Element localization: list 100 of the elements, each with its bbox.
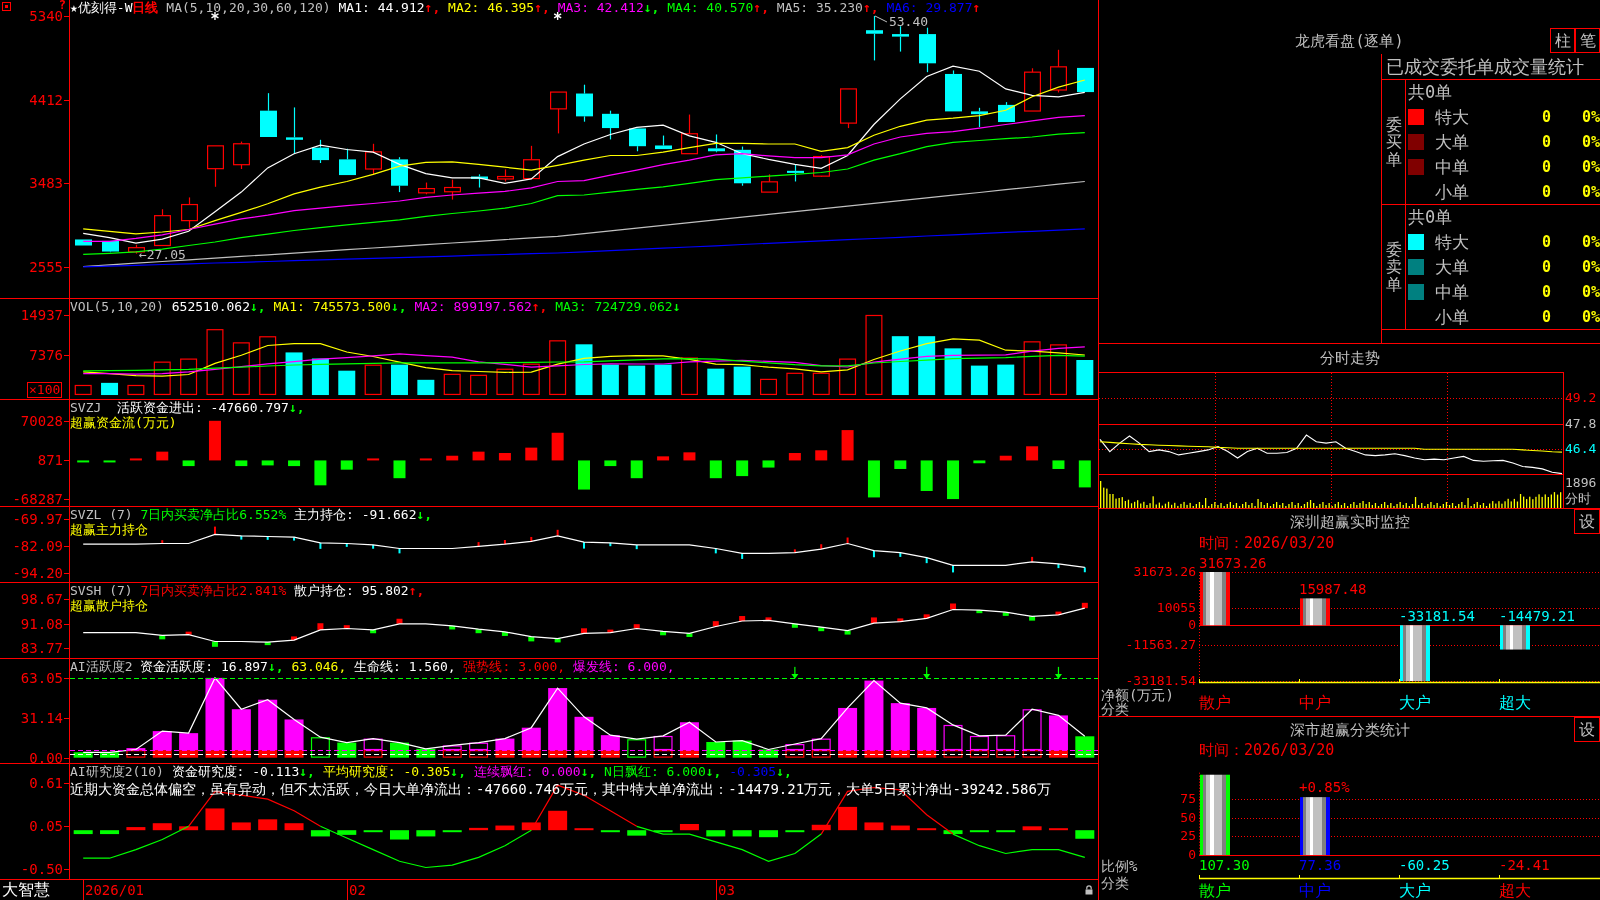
category-label: 散户 [1199, 694, 1231, 711]
legend-text: 平均研究度: -0.305 [321, 764, 451, 779]
trend-arrow: ↑ [972, 0, 981, 15]
candlestick [761, 173, 778, 193]
axis-label: 10055 [1156, 601, 1196, 616]
candlestick [102, 240, 119, 253]
trend-arrow: ↓, [450, 764, 466, 779]
group-label: 委买单 [1385, 115, 1402, 169]
candlestick [919, 27, 936, 73]
order-count: 0 [1541, 182, 1553, 201]
trend-arrow: ↓, [390, 299, 407, 314]
legend-text: 日线 [132, 0, 159, 15]
category-label: 散户 [1199, 882, 1231, 899]
legend-text: 652510.062 [170, 299, 250, 314]
help-mark: ? [58, 0, 66, 10]
legend-text: VOL(5,10,20) [70, 299, 164, 314]
legend-text: 活跃资金进出: -47660.797 [115, 400, 289, 415]
axis-label: 83.77 [20, 642, 63, 655]
order-size-label: 特大 [1435, 232, 1470, 253]
candlestick [787, 163, 804, 183]
axis-label: 2555 [29, 261, 63, 274]
trend-arrow: ↓, [416, 507, 433, 522]
time-label: 时间：2026/03/20 [1199, 741, 1335, 759]
order-size-label: 小单 [1435, 306, 1470, 327]
axis-label: 63.05 [20, 671, 63, 684]
toggle-button[interactable]: 柱 [1550, 28, 1575, 53]
legend-text: MA3: 724729.062 [554, 299, 673, 314]
trend-arrow: ↑, [408, 583, 425, 598]
trend-arrow: ↓, [580, 764, 597, 779]
legend-text: MA5: 35.230 [775, 0, 863, 15]
legend-text: 强势线: 3.000, [462, 659, 566, 674]
legend-text: MA2: 46.395 [447, 0, 535, 15]
axis-label: -68287 [12, 493, 63, 506]
candlestick [655, 134, 672, 150]
legend-text: MA1: 745573.500 [272, 299, 391, 314]
axis-label: 4412 [29, 93, 63, 106]
axis-label: 871 [37, 453, 63, 466]
axis-title: 分类 [1101, 876, 1129, 890]
axis-label: 1896 [1565, 476, 1597, 490]
value-label: -33181.54 [1399, 609, 1475, 625]
order-total: 共0单 [1407, 207, 1454, 228]
value-label: 77.36 [1299, 858, 1342, 873]
legend-text: 主力持仓: -91.662 [293, 507, 417, 522]
value-label: -14479.21 [1499, 609, 1575, 625]
value-label: -24.41 [1499, 858, 1550, 873]
legend-text: 7日内买卖净占比2.841% [139, 583, 287, 598]
group-label: 委卖单 [1385, 240, 1402, 294]
axis-label: 0.61 [29, 776, 63, 789]
candlestick [1024, 67, 1041, 112]
legend-text: SVSH (7) [70, 583, 133, 598]
toggle-button[interactable]: 笔 [1575, 28, 1600, 53]
candlestick [391, 156, 408, 193]
candlestick [154, 208, 171, 247]
legend-text: 资金研究度: -0.113 [170, 764, 300, 779]
trend-arrow: ↓ [672, 299, 681, 314]
candlestick [945, 69, 962, 112]
legend-text: 资金活跃度: 16.897 [139, 659, 268, 674]
axis-label: -69.97 [12, 513, 63, 525]
axis-label: 47.8 [1565, 416, 1597, 431]
legend-text: AI活跃度2 [70, 659, 133, 674]
axis-label: 7376 [29, 349, 63, 362]
candlestick [207, 145, 224, 188]
order-share: 0% [1580, 258, 1600, 276]
value-label: 15987.48 [1299, 582, 1367, 598]
panel-title: 龙虎看盘(逐单) [1295, 32, 1404, 50]
axis-label: 0 [1188, 618, 1196, 633]
candlestick [1077, 67, 1094, 93]
axis-label: 5340 [29, 9, 63, 22]
axis-label: 46.4 [1565, 442, 1597, 457]
legend-text: 爆发线: 6.000, [571, 659, 675, 674]
candlestick [550, 91, 567, 134]
candlestick [233, 141, 250, 170]
axis-title: 比例% [1101, 859, 1138, 873]
candlestick [681, 113, 698, 155]
order-share: 0% [1580, 108, 1600, 127]
trend-arrow: ↑, [534, 0, 550, 15]
axis-label: 14937 [20, 308, 63, 321]
price-annotation: 53.40 [888, 14, 929, 29]
candlestick [523, 145, 540, 180]
candlestick [418, 181, 435, 195]
legend-text: MA6: 29.877 [885, 0, 973, 15]
candlestick [602, 110, 619, 141]
order-size-label: 大单 [1435, 257, 1470, 277]
settings-button[interactable]: 设 [1574, 717, 1600, 742]
candlestick [813, 154, 830, 178]
axis-label: 75 [1180, 791, 1196, 806]
order-size-label: 中单 [1435, 281, 1470, 302]
category-label: 大户 [1399, 694, 1431, 711]
axis-label: 31.14 [20, 712, 63, 725]
axis-label: -94.20 [12, 567, 63, 579]
axis-label: 分时 [1565, 492, 1591, 506]
legend-text: 连续飘红: 0.000 [472, 764, 581, 779]
trend-arrow: ↑, [531, 299, 548, 314]
candlestick [339, 148, 356, 176]
legend-text: AI研究度2(10) [70, 764, 164, 779]
candlestick [866, 15, 883, 62]
time-label: 时间：2026/03/20 [1199, 534, 1335, 552]
settings-button[interactable]: 设 [1574, 509, 1600, 534]
order-size-label: 小单 [1435, 181, 1470, 202]
candlestick [892, 25, 909, 53]
